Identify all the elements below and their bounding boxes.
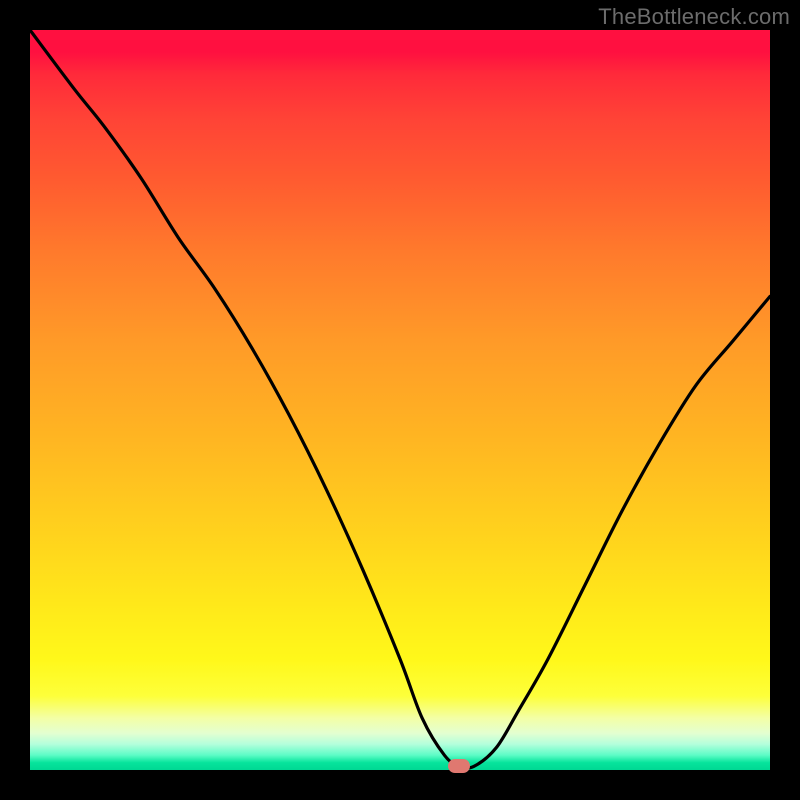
plot-area bbox=[30, 30, 770, 770]
optimal-point-marker bbox=[448, 759, 470, 773]
chart-frame: TheBottleneck.com bbox=[0, 0, 800, 800]
bottleneck-curve bbox=[30, 30, 770, 770]
watermark-text: TheBottleneck.com bbox=[598, 4, 790, 30]
curve-path bbox=[30, 30, 770, 768]
